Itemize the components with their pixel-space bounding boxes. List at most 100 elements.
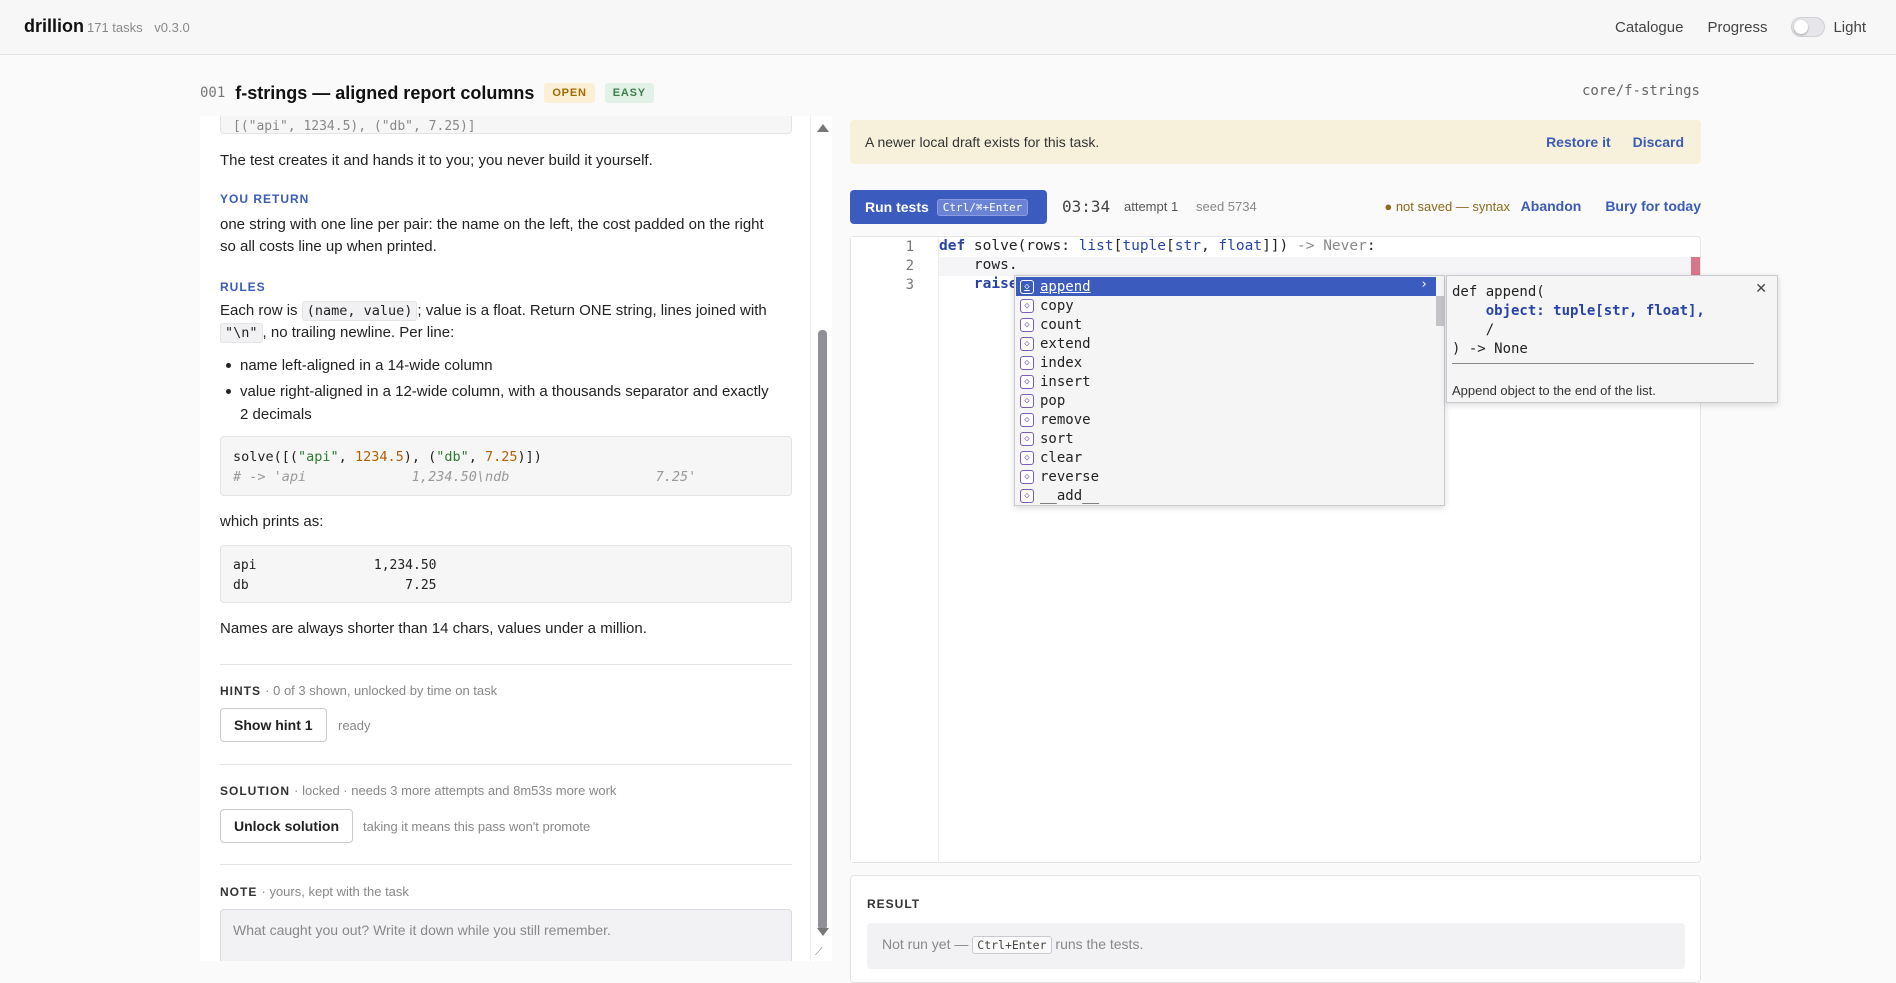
- autocomplete-list[interactable]: ◇ append › ◇ copy ◇ count ◇ extend ◇ index ◇ in…: [1014, 275, 1445, 506]
- kw-raise: raise: [939, 276, 1018, 292]
- hints-label: HINTS: [220, 684, 261, 698]
- current-line-highlight: [939, 257, 1699, 276]
- suggestion-item[interactable]: ◇ count: [1016, 315, 1436, 334]
- error-marker: [1691, 257, 1700, 276]
- abandon-link[interactable]: Abandon: [1521, 198, 1582, 214]
- statement-scrollbar[interactable]: ⟋: [810, 116, 832, 961]
- solution-warning: taking it means this pass won't promote: [363, 819, 591, 834]
- suggestion-item[interactable]: ◇ sort: [1016, 429, 1436, 448]
- result-label: RESULT: [867, 897, 921, 911]
- signature-code: def append( object: tuple[str, float], /…: [1452, 283, 1705, 359]
- code-fn: solve(rows:: [965, 238, 1079, 254]
- you-return-line-2: so all costs line up when printed.: [220, 238, 437, 255]
- chevron-right-icon[interactable]: ›: [1420, 277, 1428, 292]
- solution-header: SOLUTION · locked · needs 3 more attempt…: [220, 782, 616, 799]
- show-hint-button[interactable]: Show hint 1: [220, 708, 327, 742]
- code-punct: :: [1366, 238, 1376, 254]
- suggestion-scrollbar[interactable]: [1436, 296, 1444, 326]
- method-icon: ◇: [1020, 431, 1034, 446]
- input-example-box: [("api", 1234.5), ("db", 7.25)]: [220, 116, 792, 134]
- rules-mid: ; value is a float. Return ONE string, l…: [417, 302, 767, 319]
- method-icon: ◇: [1020, 279, 1034, 294]
- code-punct: ,: [1200, 238, 1219, 254]
- prints-as-text: which prints as:: [220, 513, 324, 530]
- code-line-3[interactable]: raise: [939, 276, 1018, 292]
- task-statement-panel[interactable]: [("api", 1234.5), ("db", 7.25)] The test…: [200, 116, 832, 961]
- suggestion-item[interactable]: ◇ clear: [1016, 448, 1436, 467]
- rule-item: name left-aligned in a 14-wide column: [220, 354, 780, 377]
- result-post: runs the tests.: [1055, 936, 1144, 952]
- suggestion-item[interactable]: ◇ remove: [1016, 410, 1436, 429]
- code-type: list: [1078, 238, 1114, 254]
- toolbar-actions: Abandon Bury for today: [1521, 198, 1701, 214]
- you-return-label: YOU RETURN: [220, 192, 310, 206]
- code-comment: # -> 'api 1,234.50\ndb 7.25': [233, 469, 697, 485]
- code-str: "db": [436, 449, 469, 465]
- task-header: 001 f-strings — aligned report columns O…: [200, 80, 654, 106]
- draft-actions: Restore it Discard: [1546, 134, 1684, 150]
- suggestion-label: index: [1040, 354, 1083, 371]
- method-icon: ◇: [1020, 393, 1034, 408]
- rules-post: , no trailing newline. Per line:: [262, 324, 455, 341]
- rules-code-newline: "\n": [220, 323, 263, 343]
- suggestion-label: pop: [1040, 392, 1066, 409]
- scroll-up-arrow-icon[interactable]: [817, 124, 829, 132]
- suggestion-item[interactable]: ◇ reverse: [1016, 467, 1436, 486]
- suggestion-item[interactable]: ◇ extend: [1016, 334, 1436, 353]
- code-num: 7.25: [485, 449, 518, 465]
- suggestion-label: insert: [1040, 373, 1091, 390]
- suggestion-item[interactable]: ◇ insert: [1016, 372, 1436, 391]
- divider: [220, 764, 792, 765]
- bury-link[interactable]: Bury for today: [1605, 198, 1701, 214]
- top-nav: Catalogue Progress Light: [1615, 17, 1866, 37]
- method-icon: ◇: [1020, 469, 1034, 484]
- draft-notice: A newer local draft exists for this task…: [850, 120, 1701, 164]
- note-textarea[interactable]: What caught you out? Write it down while…: [220, 909, 792, 961]
- method-icon: ◇: [1020, 374, 1034, 389]
- restore-draft-link[interactable]: Restore it: [1546, 134, 1611, 150]
- hints-header: HINTS · 0 of 3 shown, unlocked by time o…: [220, 682, 497, 699]
- run-shortcut: Ctrl/⌘+Enter: [936, 198, 1029, 216]
- theme-switch[interactable]: Light: [1791, 17, 1866, 37]
- scroll-thumb[interactable]: [818, 330, 827, 930]
- discard-draft-link[interactable]: Discard: [1633, 134, 1684, 150]
- code-num: 1234.5: [354, 449, 404, 465]
- code-punct: ,: [468, 449, 486, 465]
- signature-line: object: tuple[str, float],: [1452, 303, 1705, 319]
- you-return-line-1: one string with one line per pair: the n…: [220, 216, 764, 233]
- solution-label: SOLUTION: [220, 784, 290, 798]
- suggestion-item[interactable]: ◇ append ›: [1016, 277, 1436, 296]
- resize-grip-icon[interactable]: ⟋: [815, 946, 827, 958]
- suggestion-item[interactable]: ◇ copy: [1016, 296, 1436, 315]
- code-type: str: [1174, 238, 1201, 254]
- suggestion-item[interactable]: ◇ pop: [1016, 391, 1436, 410]
- run-tests-label: Run tests: [865, 199, 929, 215]
- toggle-knob: [1794, 20, 1809, 34]
- scroll-down-arrow-icon[interactable]: [817, 928, 829, 936]
- method-icon: ◇: [1020, 450, 1034, 465]
- rules-text: Each row is (name, value); value is a fl…: [220, 300, 792, 344]
- app-name[interactable]: drillion: [24, 16, 84, 37]
- suggestion-item[interactable]: ◇ __add__: [1016, 486, 1436, 505]
- suggestion-label: extend: [1040, 335, 1091, 352]
- doc-description: Append object to the end of the list.: [1452, 383, 1656, 398]
- code-line-2[interactable]: rows.: [939, 257, 1018, 273]
- line-number: 3: [905, 277, 914, 293]
- run-tests-button[interactable]: Run tests Ctrl/⌘+Enter: [850, 190, 1047, 224]
- method-icon: ◇: [1020, 355, 1034, 370]
- nav-progress[interactable]: Progress: [1707, 19, 1767, 36]
- code-str: "api": [298, 449, 339, 465]
- suggestion-item[interactable]: ◇ index: [1016, 353, 1436, 372]
- task-count: 171 tasks: [87, 20, 143, 35]
- rule-item: value right-aligned in a 12-wide column,…: [220, 380, 780, 426]
- method-icon: ◇: [1020, 336, 1034, 351]
- nav-catalogue[interactable]: Catalogue: [1615, 19, 1683, 36]
- code-line-1[interactable]: def solve(rows: list[tuple[str, float]])…: [939, 238, 1376, 254]
- hints-meta: · 0 of 3 shown, unlocked by time on task: [265, 683, 498, 698]
- close-icon[interactable]: ✕: [1755, 280, 1767, 297]
- theme-toggle[interactable]: [1791, 17, 1826, 37]
- code-punct: ]]): [1262, 238, 1289, 254]
- theme-label: Light: [1833, 18, 1866, 36]
- unlock-solution-button[interactable]: Unlock solution: [220, 809, 353, 843]
- method-icon: ◇: [1020, 298, 1034, 313]
